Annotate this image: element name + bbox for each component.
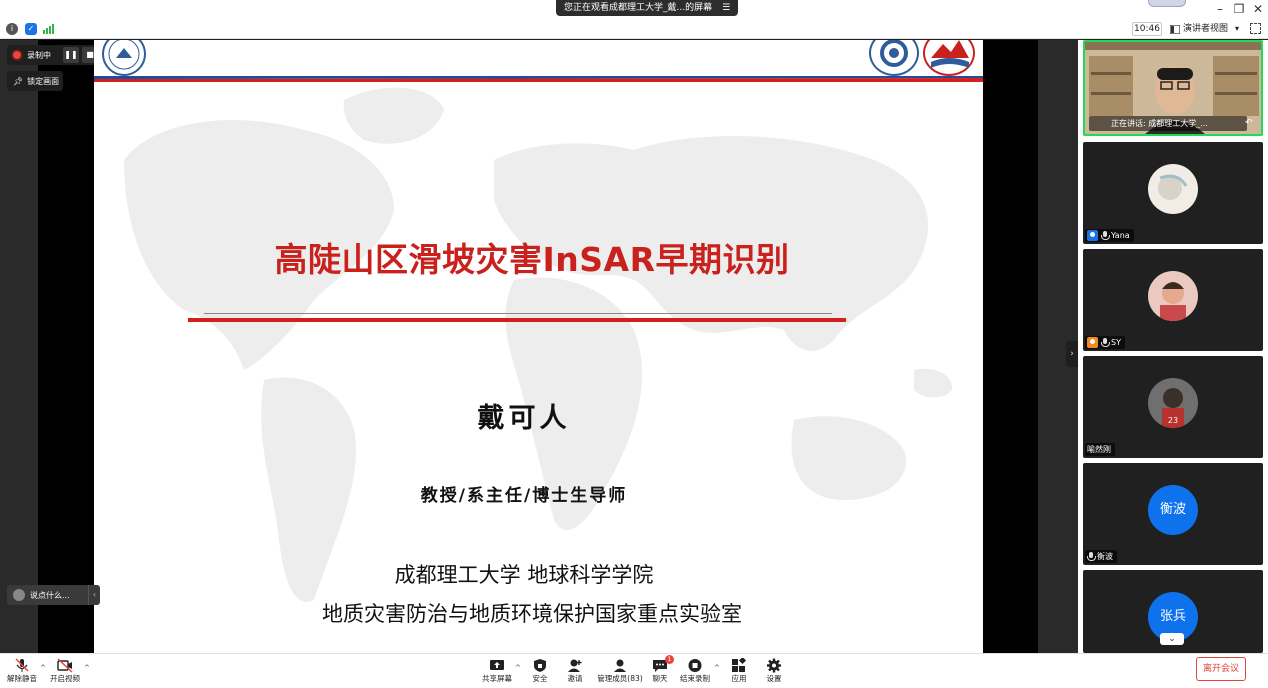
active-speaker-tile[interactable]: 正在讲话: 成都理工大学_... ↶ <box>1083 40 1263 136</box>
top-handle[interactable] <box>1148 0 1186 7</box>
presenter-role: 教授/系主任/博士生导师 <box>420 486 628 506</box>
record-dot-icon <box>13 51 21 59</box>
stop-recording-button[interactable]: 结束录制 <box>673 656 717 688</box>
share-screen-button[interactable]: 共享屏幕 <box>475 656 519 688</box>
unmute-button[interactable]: 解除静音 <box>0 656 44 688</box>
participant-tile[interactable]: 衡波 衡波 <box>1083 463 1263 565</box>
participant-tile[interactable]: 23 喻然刚 <box>1083 356 1263 458</box>
slide-title: 高陡山区滑坡灾害InSAR早期识别 <box>274 240 790 279</box>
avatar: 23 <box>1148 378 1198 428</box>
title-underline-thick <box>188 318 846 322</box>
cohost-icon <box>1087 337 1098 348</box>
avatar <box>1148 271 1198 321</box>
microphone-icon <box>1101 337 1110 348</box>
stop-recording-label: 结束录制 <box>680 674 710 683</box>
info-icon[interactable]: i <box>6 23 18 35</box>
speaker-name-bar: 正在讲话: 成都理工大学_... <box>1089 116 1247 131</box>
start-video-button[interactable]: 开启视频 <box>43 656 87 688</box>
chat-icon: 1 <box>652 655 674 673</box>
shield-icon[interactable]: ✓ <box>25 23 37 35</box>
grid-view-icon <box>1170 24 1180 34</box>
participants-icon <box>612 658 628 673</box>
stage-margin-left <box>0 40 38 653</box>
recording-indicator: 录制中 ❚❚ ■ <box>7 45 102 65</box>
svg-text:23: 23 <box>1168 416 1178 425</box>
host-icon <box>1087 230 1098 241</box>
pause-recording-button[interactable]: ❚❚ <box>63 47 79 63</box>
meeting-toolbar: 解除静音 ^ 开启视频 ^ 共享屏幕 ^ 安全 邀请 管理成员(83) 1 聊天… <box>0 653 1268 688</box>
share-screen-label: 共享屏幕 <box>482 674 512 683</box>
microphone-muted-icon <box>14 658 30 673</box>
lab-logo <box>923 40 975 76</box>
view-switch-button[interactable]: 演讲者视图 ▾ <box>1170 22 1242 36</box>
list-icon[interactable]: ☰ <box>722 0 730 16</box>
avatar <box>1148 164 1198 214</box>
pin-icon: 📌︎ <box>13 76 24 86</box>
participant-name: 衡波 <box>1097 552 1113 561</box>
microphone-icon <box>1087 551 1096 562</box>
signal-icon[interactable] <box>43 24 55 34</box>
avatar: 衡波 <box>1148 485 1198 535</box>
university-logo-left <box>102 40 146 76</box>
chevron-down-icon: ▾ <box>1235 24 1240 33</box>
reaction-input[interactable]: 说点什么... ‹ <box>7 585 100 605</box>
participant-tile[interactable]: SY <box>1083 249 1263 351</box>
meeting-timer: 10:46 <box>1132 22 1162 36</box>
fullscreen-icon[interactable] <box>1250 23 1261 34</box>
start-video-label: 开启视频 <box>50 674 80 683</box>
undo-icon[interactable]: ↶ <box>1245 116 1257 131</box>
shared-slide: 高陡山区滑坡灾害InSAR早期识别 戴可人 教授/系主任/博士生导师 成都理工大… <box>94 40 983 653</box>
invite-button[interactable]: 邀请 <box>553 656 597 688</box>
record-stop-icon <box>687 658 703 673</box>
add-user-icon <box>567 658 583 673</box>
presenter-name: 戴可人 <box>477 403 571 434</box>
title-bar: 您正在观看成都理工大学_戴...的屏幕 ☰ – ❐ ✕ <box>0 0 1268 20</box>
collapse-gallery-button[interactable]: › <box>1066 341 1078 367</box>
participants-button[interactable]: 管理成员(83) <box>596 656 644 688</box>
smiley-icon <box>13 589 25 601</box>
minimize-icon[interactable]: – <box>1212 2 1228 16</box>
share-banner[interactable]: 您正在观看成都理工大学_戴...的屏幕 ☰ <box>556 0 739 16</box>
participant-label: Yana <box>1085 229 1134 242</box>
pin-screen-button[interactable]: 📌︎ 锁定画面 <box>7 71 63 91</box>
participant-name: SY <box>1111 338 1121 347</box>
video-options-caret[interactable]: ^ <box>84 664 90 672</box>
restore-icon[interactable]: ❐ <box>1231 2 1247 16</box>
settings-label: 设置 <box>766 674 782 683</box>
close-icon[interactable]: ✕ <box>1250 2 1266 16</box>
video-off-icon <box>57 658 73 673</box>
participant-name: 喻然刚 <box>1087 445 1111 454</box>
view-label: 演讲者视图 <box>1183 24 1229 34</box>
participants-label: 管理成员(83) <box>597 674 643 683</box>
settings-button[interactable]: 设置 <box>752 656 796 688</box>
gear-icon <box>766 658 782 673</box>
invite-label: 邀请 <box>567 674 583 683</box>
meeting-info-row: i ✓ 10:46 演讲者视图 ▾ <box>0 20 1268 39</box>
apps-icon <box>731 656 747 673</box>
participant-label: SY <box>1085 336 1125 349</box>
title-underline-thin <box>204 313 832 314</box>
participant-label: 喻然刚 <box>1085 443 1115 456</box>
chevron-left-icon[interactable]: ‹ <box>88 585 100 605</box>
share-screen-icon <box>489 658 505 673</box>
chevron-down-icon[interactable]: ⌄ <box>1160 633 1184 645</box>
college-logo <box>869 40 919 76</box>
reaction-placeholder: 说点什么... <box>30 590 70 600</box>
participant-tile[interactable]: Yana <box>1083 142 1263 244</box>
microphone-icon <box>1101 230 1110 241</box>
presenter-lab: 地质灾害防治与地质环境保护国家重点实验室 <box>322 602 742 626</box>
header-stripe <box>94 76 983 82</box>
participant-name: Yana <box>1111 231 1130 240</box>
pin-label: 锁定画面 <box>27 76 60 86</box>
share-banner-text: 您正在观看成都理工大学_戴...的屏幕 <box>564 3 713 13</box>
participant-label: 衡波 <box>1085 550 1117 563</box>
presenter-affiliation: 成都理工大学 地球科学学院 <box>394 563 654 587</box>
shield-icon <box>532 658 548 673</box>
unmute-label: 解除静音 <box>7 674 37 683</box>
recording-label: 录制中 <box>27 50 51 60</box>
leave-meeting-button[interactable]: 离开会议 <box>1196 657 1246 681</box>
